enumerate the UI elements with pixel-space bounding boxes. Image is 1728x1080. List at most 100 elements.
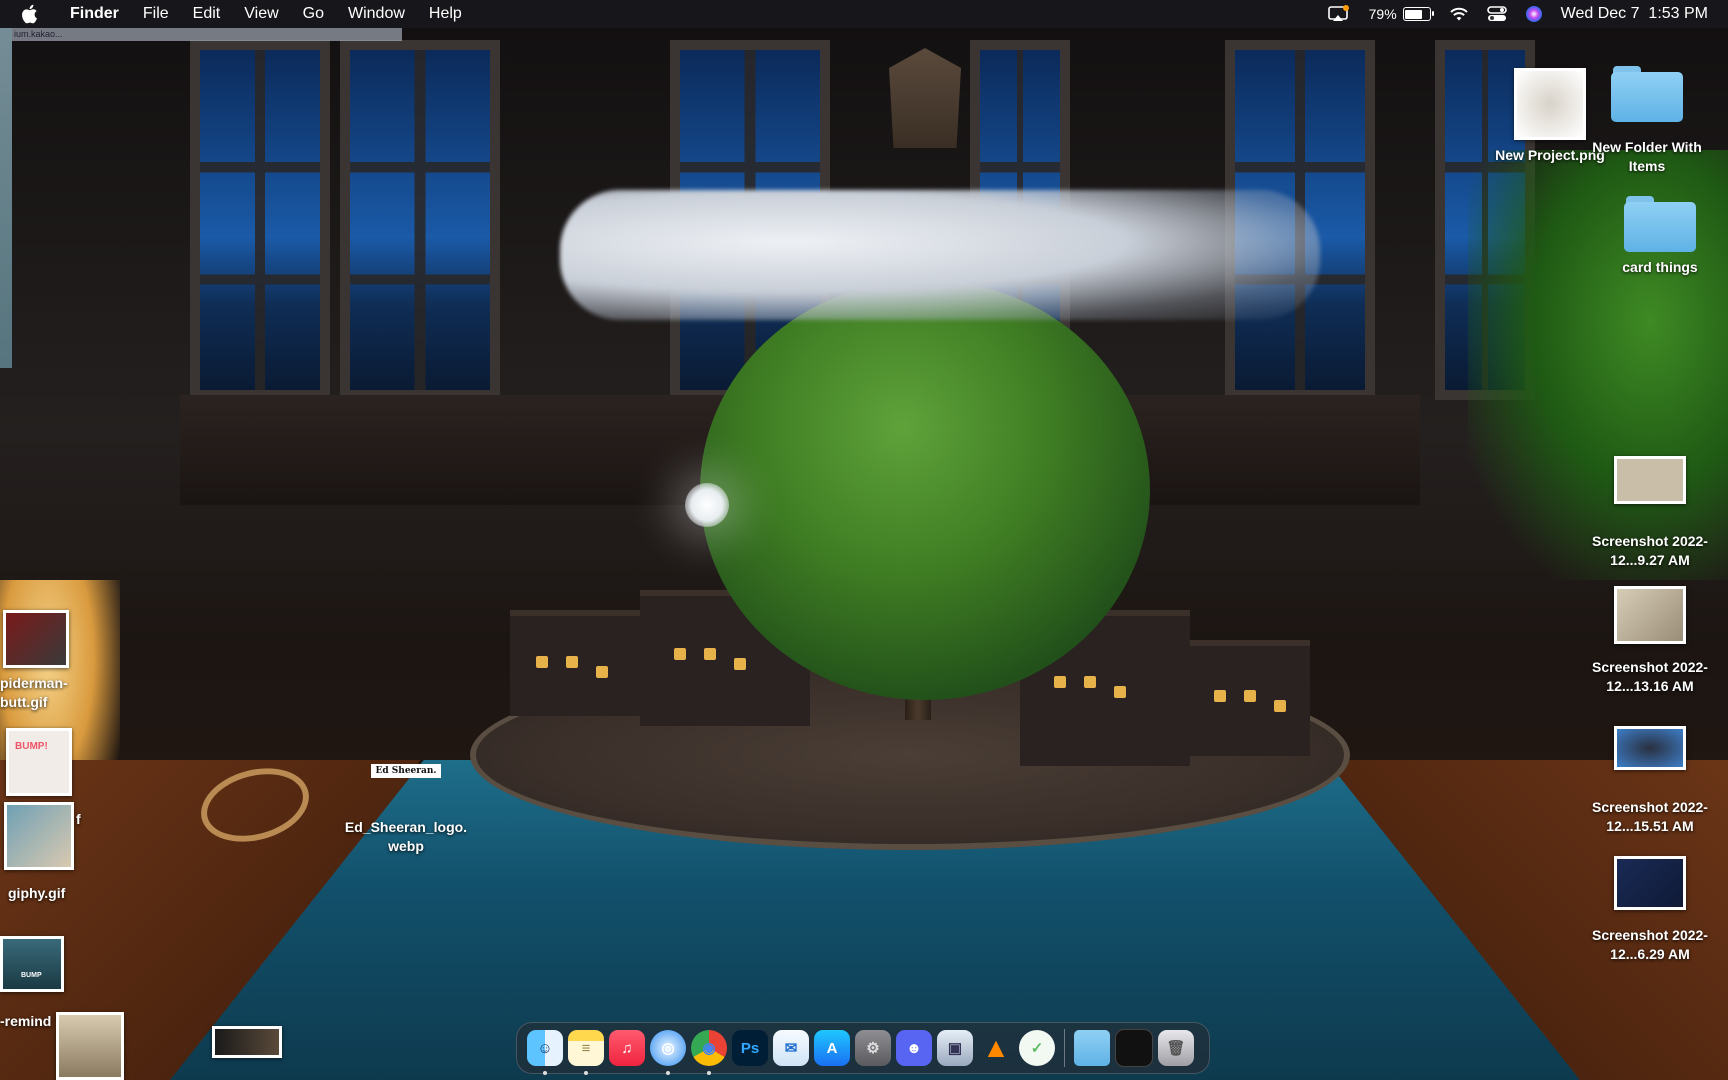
dock-preview-icon[interactable]: ▣ bbox=[937, 1030, 973, 1066]
desktop-image-icon[interactable] bbox=[212, 1026, 284, 1058]
desktop-icon-label: Screenshot 2022-12...15.51 AM bbox=[1592, 799, 1708, 834]
desktop-icon-label: New Folder With Items bbox=[1592, 139, 1702, 174]
desktop-folder-icon[interactable]: card things bbox=[1600, 196, 1720, 277]
desktop-icon-label: Ed_Sheeran_logo. webp bbox=[344, 819, 468, 854]
music-icon: ♫ bbox=[621, 1039, 633, 1057]
mail-icon: ✉ bbox=[784, 1040, 798, 1057]
trash-icon: 🗑 bbox=[1166, 1040, 1186, 1057]
menu-window[interactable]: Window bbox=[336, 0, 417, 28]
image-thumbnail bbox=[1614, 726, 1686, 770]
dock-vlc-icon[interactable]: ▲ bbox=[978, 1030, 1014, 1066]
dock-window-icon[interactable] bbox=[1115, 1029, 1153, 1067]
desktop-image-icon[interactable] bbox=[56, 1012, 126, 1080]
running-indicator bbox=[543, 1071, 547, 1075]
settings-icon: ⚙ bbox=[866, 1040, 880, 1057]
preview-icon: ▣ bbox=[947, 1040, 963, 1057]
siri-icon[interactable] bbox=[1525, 5, 1543, 23]
desktop-screenshot-icon[interactable]: Screenshot 2022-12...13.16 AM bbox=[1570, 586, 1728, 696]
desktop-gif-icon[interactable]: f giphy.gif bbox=[4, 802, 94, 903]
battery-fill bbox=[1405, 9, 1422, 19]
dock-music-icon[interactable]: ♫ bbox=[609, 1030, 645, 1066]
running-indicator bbox=[666, 1071, 670, 1075]
menu-clock[interactable]: Wed Dec 7 1:53 PM bbox=[1561, 5, 1708, 23]
running-indicator bbox=[584, 1071, 588, 1075]
wallpaper-house bbox=[510, 610, 640, 716]
dock-notes-icon[interactable]: ≡ bbox=[568, 1030, 604, 1075]
folder-icon bbox=[1611, 66, 1683, 122]
app-store-icon: A bbox=[826, 1039, 838, 1057]
desktop-icon-label: Screenshot 2022-12...6.29 AM bbox=[1592, 927, 1708, 962]
shield-icon: ✓ bbox=[1030, 1040, 1044, 1057]
battery-status[interactable]: 79% bbox=[1368, 6, 1434, 22]
image-thumbnail bbox=[3, 610, 69, 668]
image-thumbnail bbox=[212, 1026, 282, 1058]
menu-help[interactable]: Help bbox=[417, 0, 474, 28]
image-thumbnail bbox=[1514, 68, 1586, 140]
battery-icon bbox=[1402, 7, 1434, 21]
dock-shield-icon[interactable]: ✓ bbox=[1019, 1030, 1055, 1066]
dock-separator bbox=[1064, 1029, 1065, 1067]
dock-folder-icon[interactable] bbox=[1074, 1030, 1110, 1066]
dock-discord-icon[interactable]: ☻ bbox=[896, 1030, 932, 1066]
desktop-screenshot-icon[interactable]: Screenshot 2022-12...15.51 AM bbox=[1570, 726, 1728, 836]
sticker-caption: BUMP! bbox=[15, 741, 48, 752]
photoshop-icon: Ps bbox=[740, 1039, 760, 1057]
desktop-folder-icon[interactable]: New Folder With Items bbox=[1582, 66, 1712, 176]
image-thumbnail: BUMP bbox=[0, 936, 64, 992]
dock-settings-icon[interactable]: ⚙ bbox=[855, 1030, 891, 1066]
chrome-icon: ◉ bbox=[702, 1040, 716, 1057]
image-thumbnail bbox=[1614, 586, 1686, 644]
image-thumbnail bbox=[1614, 456, 1686, 504]
wallpaper-tree bbox=[700, 280, 1150, 700]
desktop-gif-icon[interactable]: BUMP bbox=[0, 936, 66, 992]
wallpaper-window bbox=[190, 40, 330, 400]
wallpaper-window bbox=[340, 40, 500, 400]
desktop-icon-label: Screenshot 2022-12...13.16 AM bbox=[1592, 659, 1708, 694]
folder-icon bbox=[1624, 196, 1696, 252]
menu-bar: Finder File Edit View Go Window Help 79% bbox=[0, 0, 1728, 28]
desktop-sticker-icon[interactable]: BUMP! bbox=[6, 728, 72, 796]
image-thumbnail bbox=[1614, 856, 1686, 910]
menu-view[interactable]: View bbox=[232, 0, 290, 28]
desktop-icon-label: card things bbox=[1622, 259, 1698, 275]
vlc-icon: ▲ bbox=[982, 1032, 1010, 1063]
wallpaper-house bbox=[1190, 640, 1310, 756]
safari-icon: ◎ bbox=[661, 1040, 675, 1057]
desktop-screenshot-icon[interactable]: Screenshot 2022-12...6.29 AM bbox=[1570, 856, 1728, 964]
screen-mirroring-icon[interactable] bbox=[1327, 5, 1351, 23]
thumbnail-caption: BUMP bbox=[21, 972, 42, 979]
desktop-webp-icon[interactable]: Ed Sheeran. Ed_Sheeran_logo. webp bbox=[336, 764, 476, 856]
dock-chrome-icon[interactable]: ◉ bbox=[691, 1030, 727, 1075]
menu-app-finder[interactable]: Finder bbox=[58, 0, 131, 28]
wallpaper-cloud bbox=[560, 190, 1320, 320]
menu-file[interactable]: File bbox=[131, 0, 181, 28]
dock-trash-icon[interactable]: 🗑 bbox=[1158, 1030, 1194, 1066]
control-center-icon[interactable] bbox=[1486, 5, 1507, 23]
dock-photoshop-icon[interactable]: Ps bbox=[732, 1030, 768, 1066]
apple-icon[interactable] bbox=[22, 4, 40, 24]
dock-safari-icon[interactable]: ◎ bbox=[650, 1030, 686, 1075]
dock-mail-icon[interactable]: ✉ bbox=[773, 1030, 809, 1066]
image-thumbnail bbox=[4, 802, 74, 870]
desktop-icon-label: Screenshot 2022-12...9.27 AM bbox=[1592, 533, 1708, 568]
desktop-gif-icon[interactable]: piderman- butt.gif bbox=[0, 610, 90, 712]
background-window-url[interactable]: ium.kakao... bbox=[12, 28, 402, 41]
desktop-wallpaper bbox=[0, 0, 1728, 1080]
dock: ☺ ≡ ♫ ◎ ◉ Ps ✉ A ⚙ ☻ ▣ ▲ ✓ 🗑 bbox=[516, 1022, 1210, 1075]
menu-go[interactable]: Go bbox=[291, 0, 336, 28]
battery-percent: 79% bbox=[1368, 6, 1397, 22]
running-indicator bbox=[707, 1071, 711, 1075]
wallpaper-moon bbox=[685, 483, 729, 527]
dock-app-store-icon[interactable]: A bbox=[814, 1030, 850, 1066]
desktop-icon-label: piderman- butt.gif bbox=[0, 675, 68, 710]
desktop-icon-label: giphy.gif bbox=[8, 885, 66, 901]
desktop-screenshot-icon[interactable]: Screenshot 2022-12...9.27 AM bbox=[1570, 456, 1728, 570]
dock-finder-icon[interactable]: ☺ bbox=[527, 1030, 563, 1075]
desktop-icon-label: f bbox=[76, 811, 81, 827]
wifi-icon[interactable] bbox=[1449, 6, 1469, 22]
finder-icon: ☺ bbox=[537, 1039, 553, 1057]
menu-edit[interactable]: Edit bbox=[181, 0, 233, 28]
image-thumbnail: Ed Sheeran. bbox=[371, 764, 441, 778]
background-window-edge[interactable] bbox=[0, 28, 12, 368]
image-thumbnail: BUMP! bbox=[6, 728, 72, 796]
